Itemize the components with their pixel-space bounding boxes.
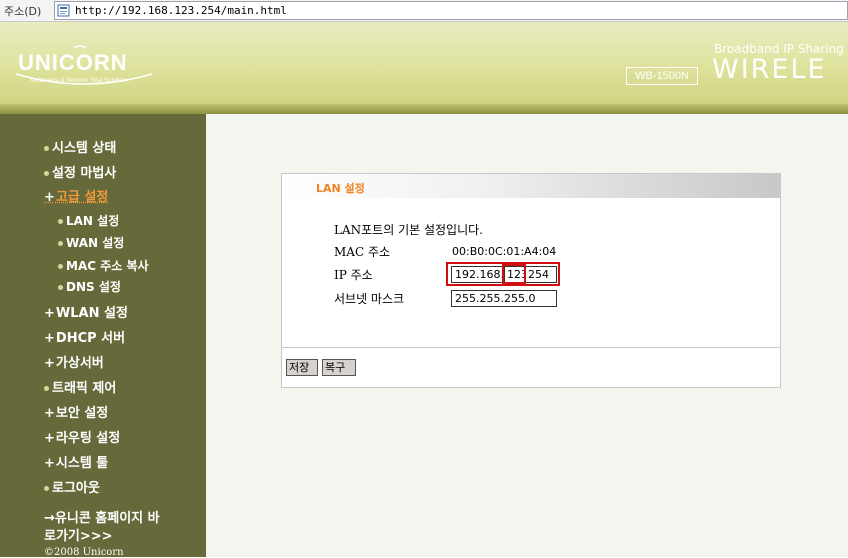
ip-octet-highlight bbox=[502, 264, 526, 284]
unicorn-logo: UNICORN Multimedia & Network Total Solut… bbox=[14, 44, 154, 90]
bullet-icon bbox=[58, 285, 63, 290]
panel-title: LAN 설정 bbox=[316, 182, 365, 195]
browser-address-bar: 주소(D) http://192.168.123.254/main.html bbox=[0, 0, 848, 22]
plus-icon: + bbox=[44, 306, 55, 321]
plus-icon: + bbox=[44, 190, 55, 205]
subnet-mask-label: 서브넷 마스크 bbox=[334, 292, 405, 306]
page-icon bbox=[57, 4, 70, 17]
plus-icon: + bbox=[44, 356, 55, 371]
sidebar-item-system-tools[interactable]: +시스템 툴 bbox=[44, 452, 108, 471]
bullet-icon bbox=[44, 171, 49, 176]
logo-subtitle: Multimedia & Network Total Solution bbox=[30, 78, 126, 84]
bullet-icon bbox=[44, 486, 49, 491]
copyright-text: ©2008 Unicorn bbox=[44, 547, 124, 558]
sidebar-item-dhcp-server[interactable]: +DHCP 서버 bbox=[44, 327, 125, 346]
sidebar-item-logout[interactable]: 로그아웃 bbox=[44, 477, 100, 496]
model-badge: WB-1500N bbox=[626, 67, 698, 85]
sidebar-item-routing[interactable]: +라우팅 설정 bbox=[44, 427, 120, 446]
homepage-link-continued[interactable]: 로가기>>> bbox=[44, 525, 113, 544]
mac-address-label: MAC 주소 bbox=[334, 245, 391, 259]
panel-header: LAN 설정 bbox=[282, 174, 780, 198]
sidebar-item-wlan-settings[interactable]: +WLAN 설정 bbox=[44, 302, 128, 321]
ip-address-label: IP 주소 bbox=[334, 268, 373, 282]
sidebar-item-virtual-server[interactable]: +가상서버 bbox=[44, 352, 104, 371]
product-name: WIRELE bbox=[712, 54, 827, 85]
restore-button[interactable]: 복구 bbox=[322, 359, 356, 376]
bullet-icon bbox=[58, 241, 63, 246]
bullet-icon bbox=[58, 219, 63, 224]
plus-icon: + bbox=[44, 431, 55, 446]
sidebar-item-advanced-settings[interactable]: +고급 설정 bbox=[44, 186, 108, 205]
plus-icon: + bbox=[44, 331, 55, 346]
mac-address-value: 00:B0:0C:01:A4:04 bbox=[452, 245, 557, 258]
bullet-icon bbox=[58, 264, 63, 269]
sidebar-item-traffic-control[interactable]: 트래픽 제어 bbox=[44, 377, 116, 396]
subnet-mask-input[interactable]: 255.255.255.0 bbox=[451, 290, 557, 307]
sidebar-item-wan-settings[interactable]: WAN 설정 bbox=[58, 234, 124, 251]
panel-description: LAN포트의 기본 설정입니다. bbox=[334, 223, 483, 237]
bullet-icon bbox=[44, 386, 49, 391]
address-label: 주소(D) bbox=[4, 5, 42, 18]
sidebar-item-system-status[interactable]: 시스템 상태 bbox=[44, 137, 116, 156]
sidebar-item-security[interactable]: +보안 설정 bbox=[44, 402, 108, 421]
logo-text: UNICORN bbox=[18, 50, 128, 75]
sidebar-item-dns-settings[interactable]: DNS 설정 bbox=[58, 278, 121, 295]
sidebar-item-setup-wizard[interactable]: 설정 마법사 bbox=[44, 162, 116, 181]
address-input[interactable]: http://192.168.123.254/main.html bbox=[54, 1, 848, 20]
bullet-icon bbox=[44, 146, 49, 151]
sidebar-item-mac-clone[interactable]: MAC 주소 복사 bbox=[58, 257, 149, 274]
plus-icon: + bbox=[44, 456, 55, 471]
header-bottom-bar bbox=[0, 104, 848, 114]
address-url: http://192.168.123.254/main.html bbox=[75, 4, 287, 17]
homepage-link[interactable]: →유니콘 홈페이지 바 bbox=[44, 507, 160, 526]
page-header: UNICORN Multimedia & Network Total Solut… bbox=[0, 22, 848, 114]
panel-divider bbox=[282, 347, 780, 348]
sidebar-item-lan-settings[interactable]: LAN 설정 bbox=[58, 212, 119, 229]
plus-icon: + bbox=[44, 406, 55, 421]
save-button[interactable]: 저장 bbox=[286, 359, 318, 376]
